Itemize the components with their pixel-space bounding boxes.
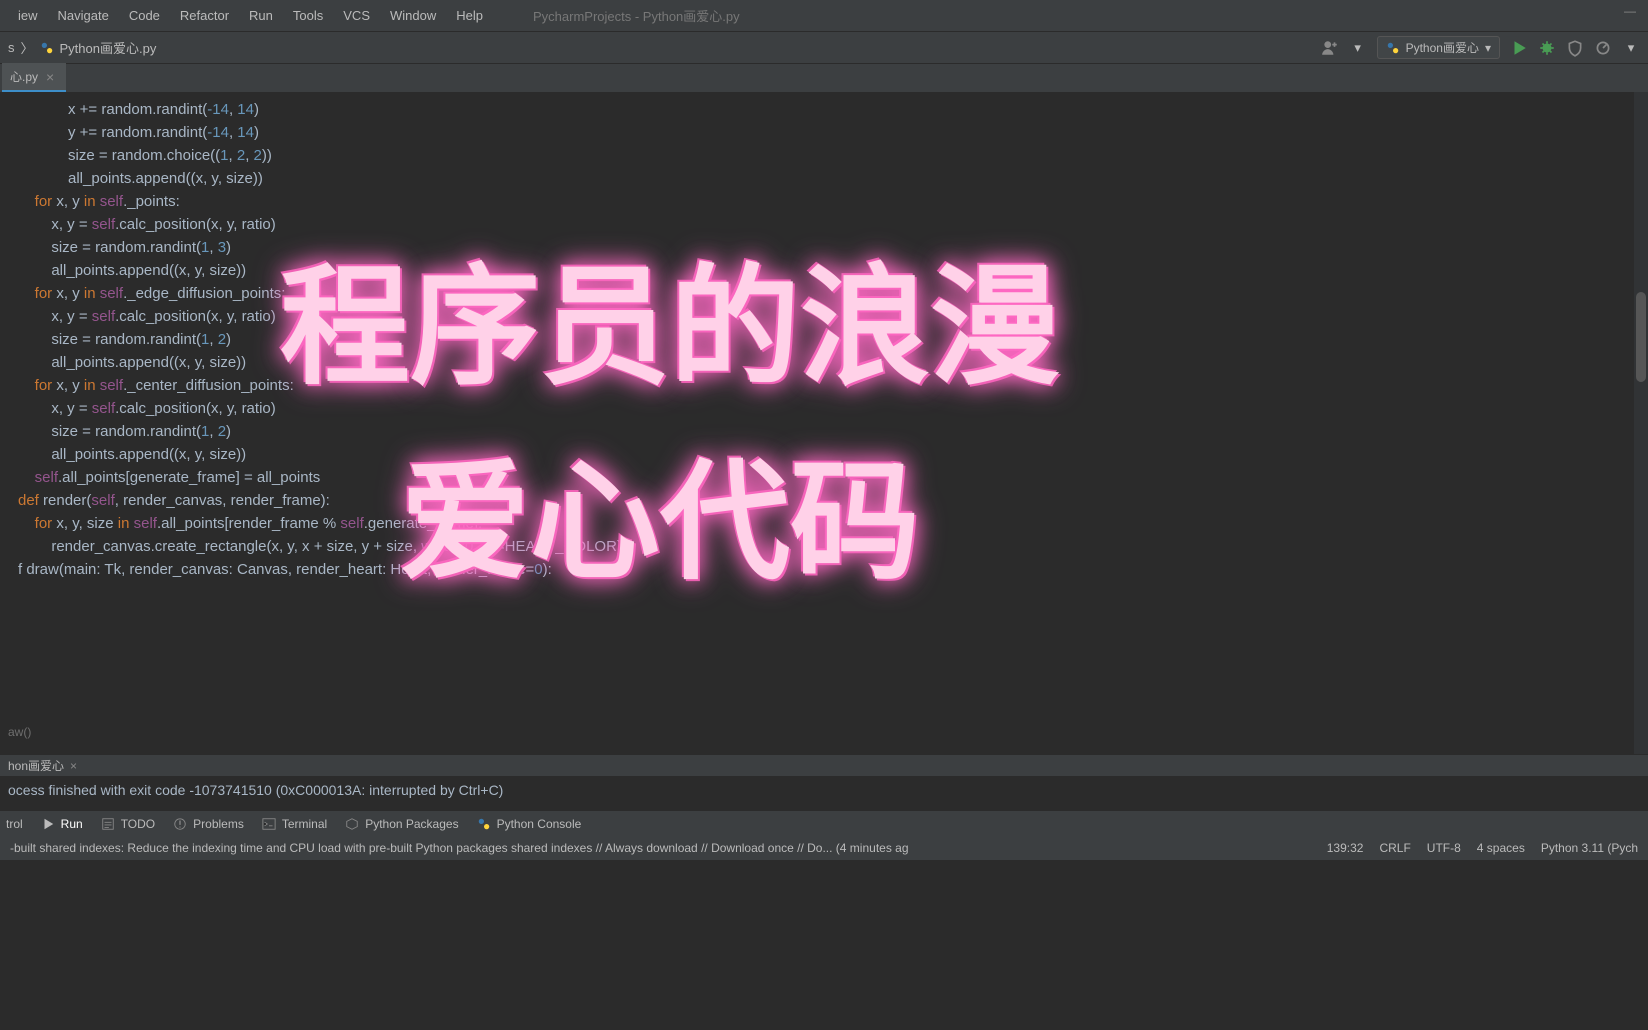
editor-tab-active[interactable]: 心.py × — [2, 63, 66, 92]
menu-help[interactable]: Help — [446, 4, 493, 27]
tab-problems[interactable]: Problems — [173, 817, 244, 831]
minimize-button[interactable]: — — [1618, 4, 1642, 22]
toolbar: s 〉 Python画爱心.py ▾ Python画爱心 ▾ ▾ — [0, 32, 1648, 64]
tab-todo[interactable]: TODO — [101, 817, 155, 831]
menu-view[interactable]: iew — [8, 4, 48, 27]
run-panel-title: hon画爱心 — [8, 757, 64, 774]
close-tab-icon[interactable]: × — [46, 69, 54, 85]
vertical-scrollbar[interactable] — [1634, 92, 1648, 754]
python-console-icon — [477, 817, 491, 831]
close-run-tab-icon[interactable]: × — [70, 759, 77, 773]
main-menu-bar: iew Navigate Code Refactor Run Tools VCS… — [0, 0, 1648, 32]
breadcrumb-file[interactable]: Python画爱心.py — [60, 38, 157, 57]
status-line-col[interactable]: 139:32 — [1327, 841, 1364, 855]
tab-terminal[interactable]: Terminal — [262, 817, 327, 831]
menu-code[interactable]: Code — [119, 4, 170, 27]
dropdown-icon-2[interactable]: ▾ — [1622, 39, 1640, 57]
run-config-selector[interactable]: Python画爱心 ▾ — [1377, 36, 1500, 59]
tab-run[interactable]: Run — [41, 817, 83, 831]
play-icon — [41, 817, 55, 831]
code-editor[interactable]: x += random.randint(-14, 14) y += random… — [0, 92, 1648, 754]
menu-refactor[interactable]: Refactor — [170, 4, 239, 27]
status-indent[interactable]: 4 spaces — [1477, 841, 1525, 855]
menu-vcs[interactable]: VCS — [333, 4, 380, 27]
coverage-button[interactable] — [1566, 39, 1584, 57]
breadcrumb-sep: 〉 — [21, 38, 34, 57]
console-line: ocess finished with exit code -107374151… — [8, 782, 503, 798]
terminal-icon — [262, 817, 276, 831]
run-tool-window-header[interactable]: hon画爱心 × — [0, 754, 1648, 776]
chevron-down-icon: ▾ — [1485, 41, 1491, 55]
editor-tabs: 心.py × — [0, 64, 1648, 92]
tab-python-console[interactable]: Python Console — [477, 817, 582, 831]
todo-icon — [101, 817, 115, 831]
status-message[interactable]: -built shared indexes: Reduce the indexi… — [10, 841, 1327, 855]
window-controls: — — [1618, 4, 1642, 22]
problems-icon — [173, 817, 187, 831]
tab-python-packages[interactable]: Python Packages — [345, 817, 458, 831]
scrollbar-thumb[interactable] — [1636, 292, 1646, 382]
python-icon — [1386, 41, 1400, 55]
profile-button[interactable] — [1594, 39, 1612, 57]
status-interpreter[interactable]: Python 3.11 (Pych — [1541, 841, 1638, 855]
status-bar: -built shared indexes: Reduce the indexi… — [0, 836, 1648, 860]
add-user-icon[interactable] — [1321, 39, 1339, 57]
structure-breadcrumb[interactable]: aw() — [0, 721, 31, 744]
run-config-label: Python画爱心 — [1406, 39, 1479, 56]
menu-tools[interactable]: Tools — [283, 4, 333, 27]
dropdown-icon[interactable]: ▾ — [1349, 39, 1367, 57]
status-encoding[interactable]: UTF-8 — [1427, 841, 1461, 855]
tab-label: 心.py — [10, 68, 38, 85]
menu-navigate[interactable]: Navigate — [48, 4, 119, 27]
window-title: PycharmProjects - Python画爱心.py — [533, 6, 740, 25]
menu-window[interactable]: Window — [380, 4, 446, 27]
package-icon — [345, 817, 359, 831]
debug-button[interactable] — [1538, 39, 1556, 57]
menu-run[interactable]: Run — [239, 4, 283, 27]
tool-window-bar: trol Run TODO Problems Terminal Python P… — [0, 810, 1648, 836]
tab-control[interactable]: trol — [6, 817, 23, 831]
status-line-ending[interactable]: CRLF — [1379, 841, 1410, 855]
console-output[interactable]: ocess finished with exit code -107374151… — [0, 776, 1648, 810]
breadcrumb-root[interactable]: s — [8, 40, 15, 55]
python-file-icon — [40, 41, 54, 55]
run-button[interactable] — [1510, 39, 1528, 57]
